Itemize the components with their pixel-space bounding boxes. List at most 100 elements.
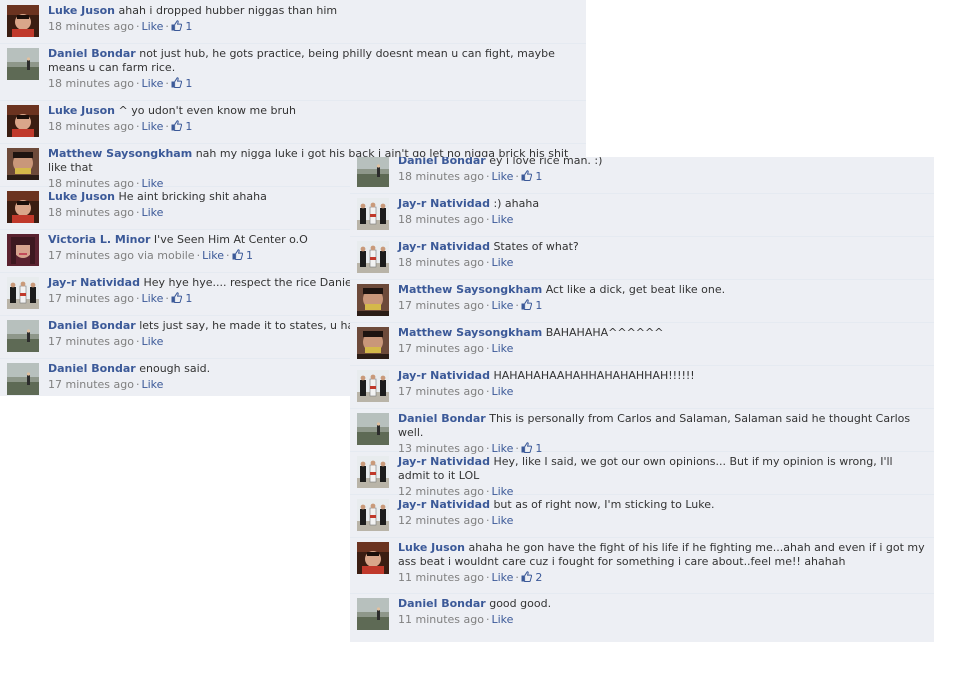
like-link[interactable]: Like bbox=[491, 613, 513, 626]
commenter-name[interactable]: Daniel Bondar bbox=[398, 597, 486, 610]
commenter-name[interactable]: Jay-r Natividad bbox=[398, 240, 490, 253]
like-link[interactable]: Like bbox=[141, 292, 163, 305]
commenter-name[interactable]: Luke Juson bbox=[48, 4, 115, 17]
commenter-name[interactable]: Matthew Saysongkham bbox=[398, 326, 542, 339]
avatar[interactable] bbox=[357, 598, 389, 630]
like-link[interactable]: Like bbox=[141, 378, 163, 391]
avatar[interactable] bbox=[357, 198, 389, 230]
separator-dot: · bbox=[165, 120, 169, 133]
timestamp[interactable]: 11 minutes ago bbox=[398, 613, 484, 626]
avatar[interactable] bbox=[357, 327, 389, 359]
avatar[interactable] bbox=[357, 413, 389, 445]
timestamp[interactable]: 18 minutes ago bbox=[48, 20, 134, 33]
timestamp[interactable]: 17 minutes ago bbox=[398, 342, 484, 355]
commenter-name[interactable]: Daniel Bondar bbox=[48, 362, 136, 375]
timestamp[interactable]: 18 minutes ago bbox=[48, 77, 134, 90]
thumbs-up-icon bbox=[171, 120, 182, 131]
like-link[interactable]: Like bbox=[141, 77, 163, 90]
comment-text: :) ahaha bbox=[493, 197, 540, 210]
commenter-name[interactable]: Jay-r Natividad bbox=[48, 276, 140, 289]
commenter-name[interactable]: Jay-r Natividad bbox=[398, 498, 490, 511]
like-link[interactable]: Like bbox=[141, 120, 163, 133]
comment-text: good good. bbox=[489, 597, 552, 610]
timestamp[interactable]: 17 minutes ago bbox=[48, 335, 134, 348]
avatar[interactable] bbox=[7, 234, 39, 266]
comment-meta: 18 minutes ago · Like · 1 bbox=[48, 77, 578, 91]
avatar[interactable] bbox=[357, 284, 389, 316]
comment-text: States of what? bbox=[493, 240, 579, 253]
timestamp[interactable]: 18 minutes ago bbox=[398, 213, 484, 226]
like-count[interactable]: 1 bbox=[171, 292, 192, 305]
like-link[interactable]: Like bbox=[491, 170, 513, 183]
commenter-name[interactable]: Daniel Bondar bbox=[398, 412, 486, 425]
like-link[interactable]: Like bbox=[491, 256, 513, 269]
like-link[interactable]: Like bbox=[491, 342, 513, 355]
comment-body: Daniel Bondar ey i love rice man. :) 18 m… bbox=[398, 157, 926, 184]
commenter-name[interactable]: Jay-r Natividad bbox=[398, 455, 490, 468]
avatar[interactable] bbox=[7, 48, 39, 80]
like-count[interactable]: 1 bbox=[232, 249, 253, 262]
timestamp[interactable]: 18 minutes ago bbox=[398, 170, 484, 183]
separator-dot: · bbox=[196, 249, 201, 262]
timestamp[interactable]: 17 minutes ago bbox=[48, 378, 134, 391]
timestamp[interactable]: 18 minutes ago bbox=[398, 256, 484, 269]
commenter-name[interactable]: Daniel Bondar bbox=[48, 47, 136, 60]
timestamp[interactable]: 17 minutes ago via mobile bbox=[48, 249, 195, 262]
timestamp[interactable]: 17 minutes ago bbox=[48, 292, 134, 305]
timestamp[interactable]: 17 minutes ago bbox=[398, 385, 484, 398]
comment-meta: 12 minutes ago · Like bbox=[398, 514, 926, 528]
commenter-name[interactable]: Daniel Bondar bbox=[48, 319, 136, 332]
commenter-name[interactable]: Luke Juson bbox=[398, 541, 465, 554]
comment-line: Jay-r Natividad Hey, like I said, we got… bbox=[398, 455, 926, 483]
avatar[interactable] bbox=[7, 277, 39, 309]
like-link[interactable]: Like bbox=[141, 20, 163, 33]
like-count[interactable]: 1 bbox=[171, 20, 193, 33]
commenter-name[interactable]: Jay-r Natividad bbox=[398, 197, 490, 210]
comment-item: Daniel Bondar ey i love rice man. :) 18 m… bbox=[350, 157, 934, 194]
like-count-number: 1 bbox=[185, 20, 193, 33]
comment-meta: 18 minutes ago · Like · 1 bbox=[48, 20, 578, 34]
avatar[interactable] bbox=[357, 542, 389, 574]
avatar[interactable] bbox=[7, 105, 39, 137]
separator-dot: · bbox=[165, 77, 169, 90]
timestamp[interactable]: 11 minutes ago bbox=[398, 571, 484, 584]
commenter-name[interactable]: Victoria L. Minor bbox=[48, 233, 150, 246]
timestamp[interactable]: 12 minutes ago bbox=[398, 514, 484, 527]
like-count[interactable]: 1 bbox=[521, 299, 542, 312]
like-link[interactable]: Like bbox=[491, 385, 513, 398]
avatar[interactable] bbox=[357, 456, 389, 488]
avatar[interactable] bbox=[7, 148, 39, 180]
like-link[interactable]: Like bbox=[202, 249, 224, 262]
timestamp[interactable]: 18 minutes ago bbox=[48, 120, 134, 133]
like-link[interactable]: Like bbox=[491, 514, 513, 527]
avatar[interactable] bbox=[7, 5, 39, 37]
like-link[interactable]: Like bbox=[491, 571, 513, 584]
commenter-name[interactable]: Daniel Bondar bbox=[398, 157, 486, 167]
commenter-name[interactable]: Matthew Saysongkham bbox=[398, 283, 542, 296]
commenter-name[interactable]: Luke Juson bbox=[48, 190, 115, 203]
like-link[interactable]: Like bbox=[141, 206, 163, 219]
commenter-name[interactable]: Luke Juson bbox=[48, 104, 115, 117]
like-count[interactable]: 1 bbox=[171, 77, 192, 90]
avatar[interactable] bbox=[357, 157, 389, 187]
comment-text: ^ yo udon't even know me bruh bbox=[118, 104, 296, 117]
commenter-name[interactable]: Jay-r Natividad bbox=[398, 369, 490, 382]
like-link[interactable]: Like bbox=[491, 299, 513, 312]
comment-line: Daniel Bondar ey i love rice man. :) bbox=[398, 157, 926, 168]
timestamp[interactable]: 18 minutes ago bbox=[48, 206, 134, 219]
like-count[interactable]: 2 bbox=[521, 571, 542, 584]
like-count[interactable]: 1 bbox=[171, 120, 192, 133]
comment-item: Jay-r Natividad States of what? 18 minute… bbox=[350, 236, 934, 280]
like-link[interactable]: Like bbox=[141, 335, 163, 348]
thumbs-up-icon bbox=[171, 292, 182, 303]
like-link[interactable]: Like bbox=[491, 213, 513, 226]
timestamp[interactable]: 17 minutes ago bbox=[398, 299, 484, 312]
avatar[interactable] bbox=[357, 499, 389, 531]
commenter-name[interactable]: Matthew Saysongkham bbox=[48, 147, 192, 160]
avatar[interactable] bbox=[7, 191, 39, 223]
avatar[interactable] bbox=[7, 363, 39, 395]
avatar[interactable] bbox=[7, 320, 39, 352]
avatar[interactable] bbox=[357, 370, 389, 402]
avatar[interactable] bbox=[357, 241, 389, 273]
like-count[interactable]: 1 bbox=[521, 170, 542, 183]
